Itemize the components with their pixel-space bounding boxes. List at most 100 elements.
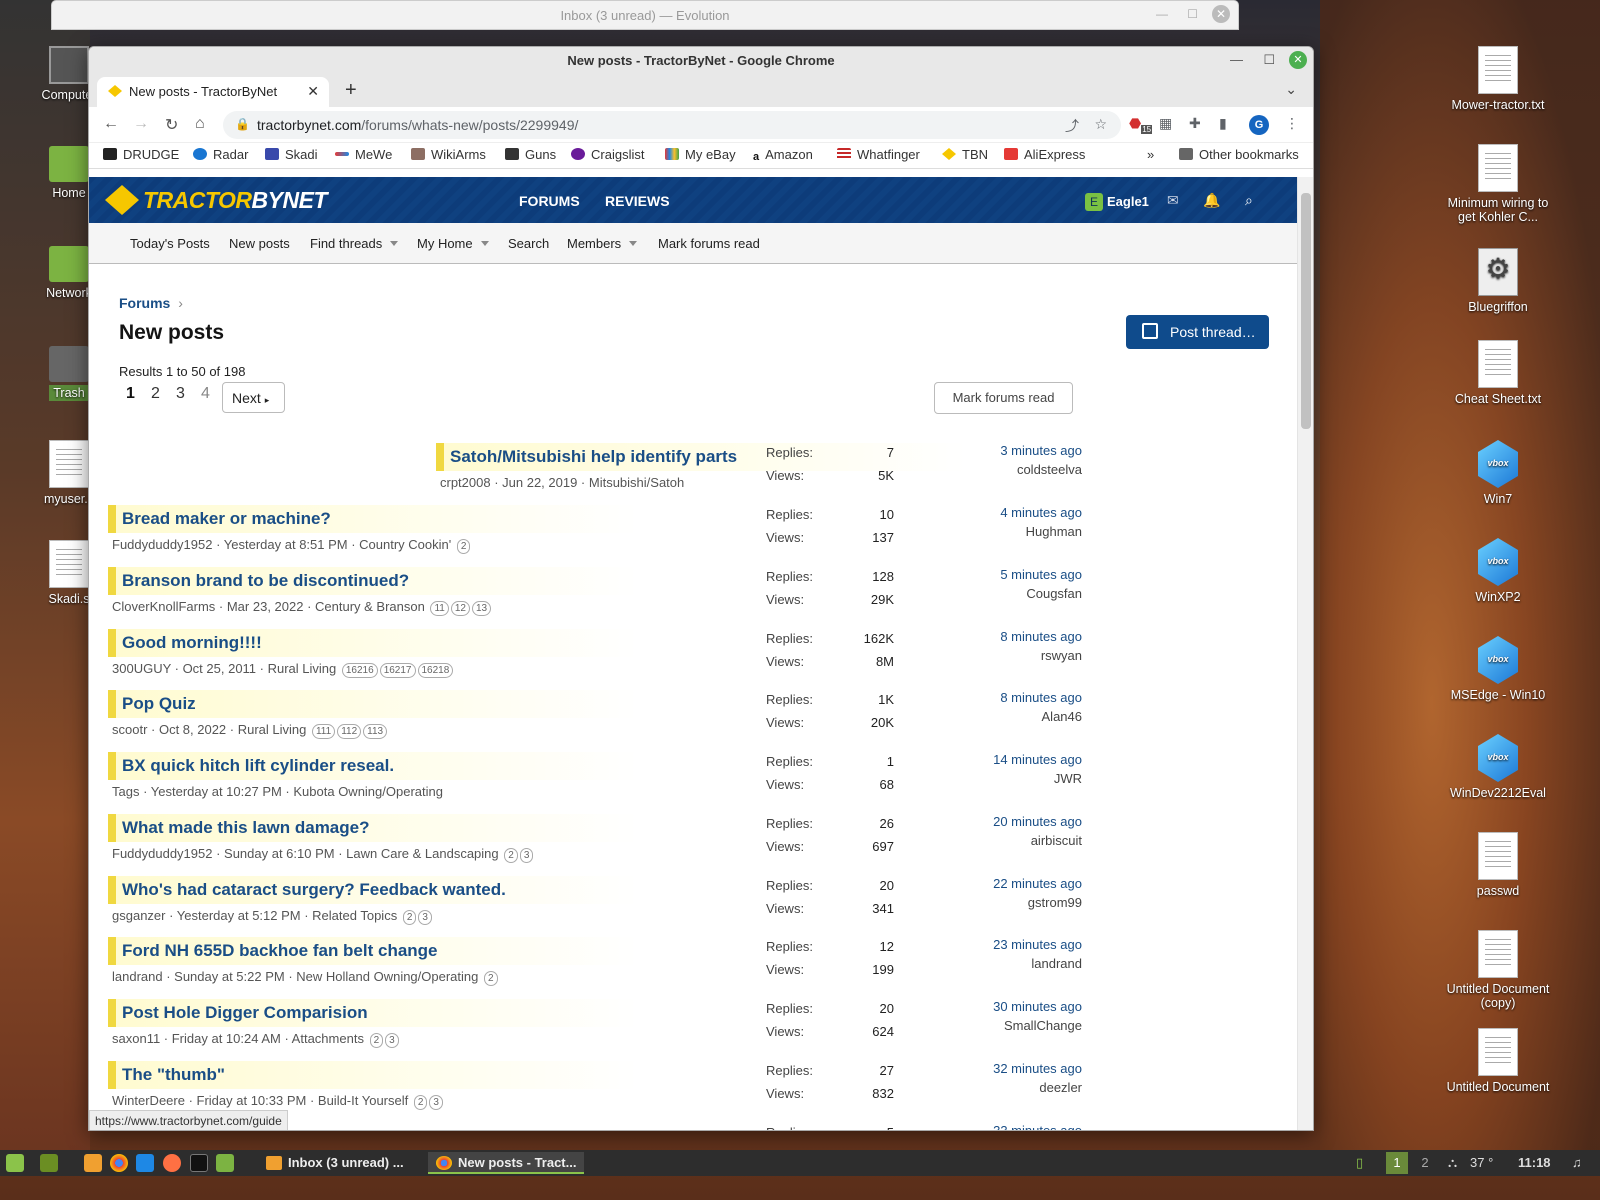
taskbar-window-chrome[interactable]: New posts - Tract...: [428, 1152, 585, 1174]
thread-page-link[interactable]: 3: [418, 910, 432, 925]
bookmark-aliexpress[interactable]: AliExpress: [1004, 147, 1085, 162]
other-bookmarks[interactable]: Other bookmarks: [1179, 147, 1299, 162]
site-logo[interactable]: TRACTORBYNET: [105, 183, 327, 217]
thread-page-link[interactable]: 2: [484, 971, 498, 986]
reload-icon[interactable]: ↻: [165, 115, 178, 135]
home-icon[interactable]: ⌂: [195, 115, 205, 133]
search-icon[interactable]: ⌕: [1245, 192, 1253, 209]
thread-row[interactable]: Branson brand to be discontinued? CloverK…: [108, 567, 1088, 627]
thread-title-link[interactable]: Branson brand to be discontinued?: [122, 571, 409, 591]
post-thread-button[interactable]: Post thread…: [1126, 315, 1269, 349]
bookmarks-overflow-icon[interactable]: »: [1147, 147, 1154, 162]
desktop-icon-passwd[interactable]: passwd: [1443, 832, 1553, 898]
inbox-envelope-icon[interactable]: ✉: [1167, 192, 1179, 209]
bookmark-tbn[interactable]: TBN: [942, 147, 988, 162]
bookmark-mewe[interactable]: MeWe: [335, 147, 392, 162]
thread-title-link[interactable]: Satoh/Mitsubishi help identify parts: [450, 447, 737, 467]
thread-page-link[interactable]: 2: [369, 1033, 384, 1048]
subnav-my-home[interactable]: My Home: [417, 236, 489, 251]
thread-page-link[interactable]: 12: [450, 601, 470, 616]
thread-page-link[interactable]: 112: [337, 724, 362, 739]
extension-icon[interactable]: ▦: [1159, 115, 1172, 132]
subnav-new-posts[interactable]: New posts: [229, 236, 290, 251]
thread-page-link[interactable]: 16216: [341, 663, 378, 678]
last-poster[interactable]: coldsteelva: [918, 462, 1082, 477]
thread-row[interactable]: Ford NH 655D backhoe fan belt change land…: [108, 937, 1088, 997]
puzzle-extensions-icon[interactable]: ✚: [1189, 115, 1201, 132]
thread-page-link[interactable]: 16218: [417, 663, 454, 678]
last-post-time[interactable]: 3 minutes ago: [918, 443, 1082, 458]
profile-avatar[interactable]: G: [1249, 115, 1269, 135]
thread-row[interactable]: What made this lawn damage? Fuddyduddy195…: [108, 814, 1088, 874]
chrome-launcher-icon[interactable]: [110, 1154, 128, 1172]
chrome-window[interactable]: New posts - TractorByNet - Google Chrome…: [88, 46, 1314, 1131]
tab-search-chevron-icon[interactable]: ⌄: [1285, 81, 1297, 98]
bookmark-my-ebay[interactable]: My eBay: [665, 147, 736, 162]
subnav-members[interactable]: Members: [567, 236, 638, 251]
last-poster[interactable]: landrand: [918, 956, 1082, 971]
bookmark-whatfinger[interactable]: Whatfinger: [837, 147, 920, 162]
maximize-icon[interactable]: ☐: [1187, 7, 1198, 21]
bookmark-radar[interactable]: Radar: [193, 147, 248, 162]
thread-page-link[interactable]: 3: [519, 848, 534, 863]
bell-icon[interactable]: 🔔: [1203, 192, 1220, 209]
bookmark-guns[interactable]: Guns: [505, 147, 556, 162]
address-bar[interactable]: 🔒 tractorbynet.com/forums/whats-new/post…: [223, 111, 1121, 139]
tab-close-icon[interactable]: ✕: [307, 83, 319, 100]
thread-row[interactable]: Pop Quiz scootr · Oct 8, 2022 · Rural Liv…: [108, 690, 1088, 750]
subnav-todays-posts[interactable]: Today's Posts: [130, 236, 210, 251]
thread-page-link[interactable]: 3: [385, 1033, 399, 1048]
thread-page-link[interactable]: 3: [429, 1095, 443, 1110]
thread-title-link[interactable]: What made this lawn damage?: [122, 818, 370, 838]
nav-forums[interactable]: FORUMS: [519, 193, 580, 209]
page-link-4[interactable]: 4: [201, 385, 210, 403]
mouse-icon[interactable]: ▯: [1356, 1155, 1363, 1171]
last-poster[interactable]: gstrom99: [918, 895, 1082, 910]
bookmark-craigslist[interactable]: Craigslist: [571, 147, 644, 162]
bookmark-star-icon[interactable]: ☆: [1094, 116, 1107, 133]
adblock-extension-icon[interactable]: ⬣15: [1129, 115, 1153, 134]
weather-temp[interactable]: 37 °: [1470, 1155, 1493, 1170]
last-post-time[interactable]: 20 minutes ago: [918, 814, 1082, 829]
last-poster[interactable]: Hughman: [918, 524, 1082, 539]
maximize-icon[interactable]: ☐: [1263, 52, 1275, 68]
page-link-2[interactable]: 2: [151, 385, 160, 403]
mint-menu-icon[interactable]: [6, 1154, 24, 1172]
thread-row[interactable]: Who's had cataract surgery? Feedback wan…: [108, 876, 1088, 936]
last-post-time[interactable]: 4 minutes ago: [918, 505, 1082, 520]
last-poster[interactable]: Cougsfan: [918, 586, 1082, 601]
subnav-search[interactable]: Search: [508, 236, 549, 251]
breadcrumb[interactable]: Forums ›: [119, 295, 183, 311]
browser-tab[interactable]: New posts - TractorByNet ✕: [97, 77, 329, 107]
page-link-1[interactable]: 1: [126, 385, 135, 403]
last-poster[interactable]: rswyan: [918, 648, 1082, 663]
desktop-icon-bluegriffon[interactable]: ⚙ Bluegriffon: [1443, 248, 1553, 314]
taskbar-window-evolution[interactable]: Inbox (3 unread) ...: [258, 1152, 412, 1174]
thread-title-link[interactable]: Pop Quiz: [122, 694, 196, 714]
last-poster[interactable]: SmallChange: [918, 1018, 1082, 1033]
chrome-titlebar[interactable]: New posts - TractorByNet - Google Chrome…: [89, 47, 1313, 75]
nav-reviews[interactable]: REVIEWS: [605, 193, 670, 209]
desktop-icon-untitled[interactable]: Untitled Document: [1443, 1028, 1553, 1094]
desktop-icon-win7[interactable]: vbox Win7: [1443, 440, 1553, 506]
bookmark-skadi[interactable]: Skadi: [265, 147, 318, 162]
thread-title-link[interactable]: BX quick hitch lift cylinder reseal.: [122, 756, 394, 776]
terminal-icon[interactable]: [190, 1154, 208, 1172]
bookmark-drudge[interactable]: DRUDGE: [103, 147, 179, 162]
show-desktop-icon[interactable]: [40, 1154, 58, 1172]
last-post-time[interactable]: 8 minutes ago: [918, 690, 1082, 705]
workspace-2[interactable]: 2: [1414, 1152, 1436, 1174]
last-post-time[interactable]: 23 minutes ago: [918, 937, 1082, 952]
desktop-icon-cheat-sheet[interactable]: Cheat Sheet.txt: [1443, 340, 1553, 406]
last-post-time[interactable]: 14 minutes ago: [918, 752, 1082, 767]
network-icon[interactable]: ⛬: [1448, 1155, 1457, 1171]
close-icon[interactable]: ✕: [1212, 5, 1230, 23]
thread-title-link[interactable]: Ford NH 655D backhoe fan belt change: [122, 941, 438, 961]
last-post-time[interactable]: 32 minutes ago: [918, 1061, 1082, 1076]
thread-page-link[interactable]: 2: [402, 910, 417, 925]
subnav-find-threads[interactable]: Find threads: [310, 236, 399, 251]
close-icon[interactable]: ✕: [1289, 51, 1307, 69]
thread-page-link[interactable]: 2: [413, 1095, 428, 1110]
last-post-time[interactable]: 30 minutes ago: [918, 999, 1082, 1014]
thread-title-link[interactable]: Bread maker or machine?: [122, 509, 331, 529]
